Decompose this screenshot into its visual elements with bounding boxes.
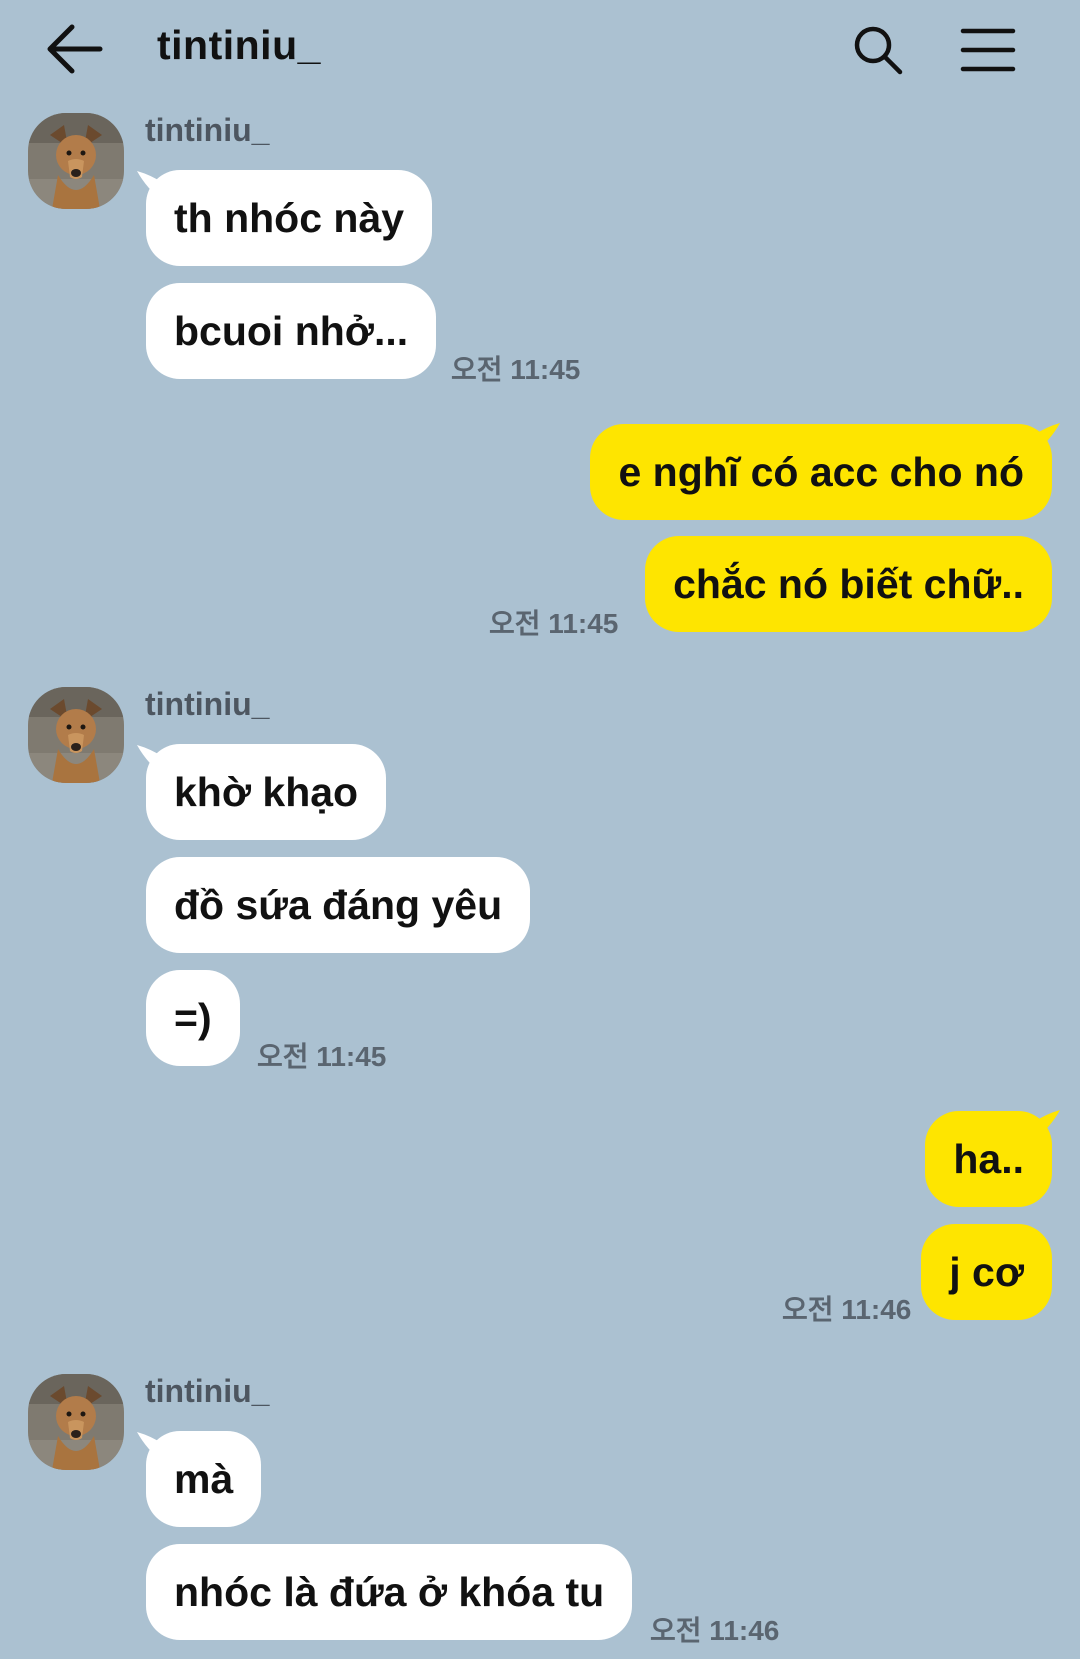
message-time: 오전 11:45 (257, 1041, 387, 1072)
message-bubble[interactable]: e nghĩ có acc cho nó (590, 424, 1052, 520)
message-time: 오전 11:45 (451, 354, 581, 385)
message-bubble[interactable]: ha.. (925, 1111, 1052, 1207)
sender-name: tintiniu_ (145, 686, 270, 722)
message-bubble[interactable]: bcuoi nhở... (146, 283, 437, 379)
message-bubble[interactable]: j cơ (921, 1224, 1052, 1320)
message-time: 오전 11:46 (650, 1615, 780, 1646)
avatar[interactable] (28, 687, 124, 783)
chat-header: tintiniu_ (0, 0, 1080, 100)
message-time: 오전 11:45 (489, 608, 619, 639)
message-bubble[interactable]: đồ sứa đáng yêu (146, 857, 531, 953)
chat-title: tintiniu_ (157, 22, 321, 68)
search-icon[interactable] (852, 24, 904, 76)
message-bubble[interactable]: mà (146, 1431, 262, 1527)
message-bubble[interactable]: chắc nó biết chữ.. (645, 536, 1052, 632)
message-time: 오전 11:46 (782, 1294, 912, 1325)
message-bubble[interactable]: =) (146, 970, 240, 1066)
message-bubble[interactable]: khờ khạo (146, 744, 387, 840)
avatar[interactable] (28, 1374, 124, 1470)
menu-icon[interactable] (960, 27, 1016, 73)
message-bubble[interactable]: th nhóc này (146, 170, 433, 266)
message-bubble[interactable]: nhóc là đứa ở khóa tu (146, 1544, 633, 1640)
sender-name: tintiniu_ (145, 112, 270, 148)
sender-name: tintiniu_ (145, 1373, 270, 1409)
avatar[interactable] (28, 113, 124, 209)
back-arrow-icon[interactable] (44, 22, 104, 76)
